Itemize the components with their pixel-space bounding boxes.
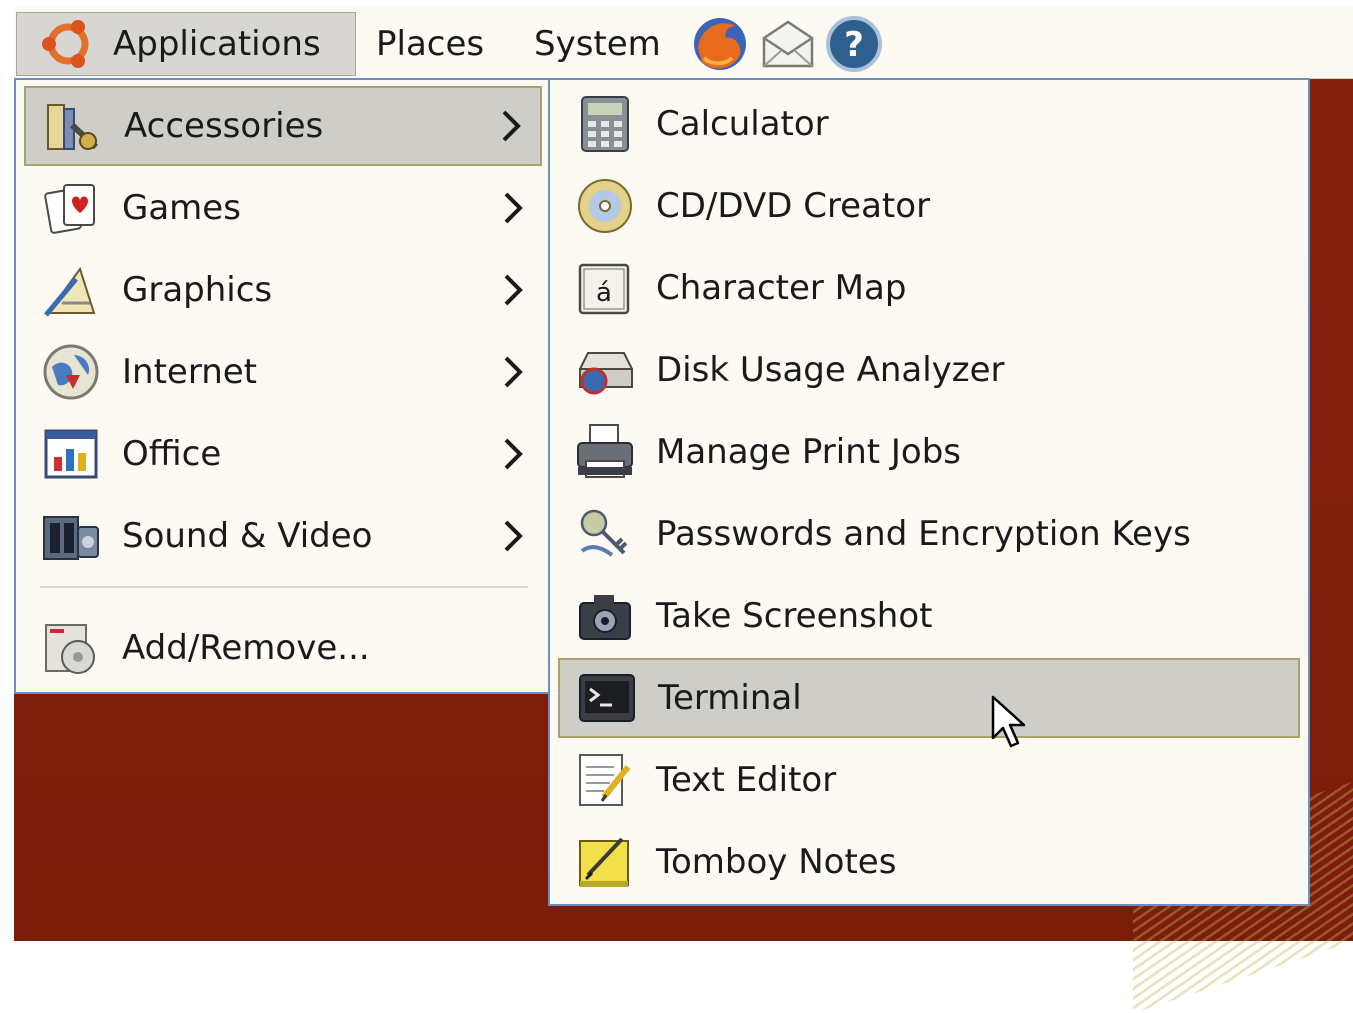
chevron-right-icon (498, 352, 528, 392)
sound-video-icon (40, 505, 102, 567)
applications-dropdown: Accessories Games Graphics Internet Offi… (14, 78, 552, 694)
places-menu[interactable]: Places (376, 12, 484, 76)
submenu-item-label: Terminal (658, 678, 802, 718)
chevron-right-icon (498, 270, 528, 310)
submenu-item-label: Take Screenshot (656, 596, 933, 636)
add-remove-icon (40, 617, 102, 679)
chevron-right-icon (498, 434, 528, 474)
printer-icon (574, 421, 636, 483)
menu-item-office[interactable]: Office (24, 414, 542, 494)
keys-icon (574, 503, 636, 565)
menu-item-accessories[interactable]: Accessories (24, 86, 542, 166)
cursor-arrow-icon (991, 695, 1026, 748)
menu-item-graphics[interactable]: Graphics (24, 250, 542, 330)
disk-usage-icon (574, 339, 636, 401)
system-label: System (534, 24, 661, 64)
text-editor-icon (574, 749, 636, 811)
submenu-item-calculator[interactable]: Calculator (558, 84, 1300, 164)
menu-item-label: Add/Remove... (122, 628, 370, 668)
mouse-pointer (990, 694, 1030, 750)
accessories-submenu: Calculator CD/DVD Creator á Character Ma… (548, 78, 1310, 906)
submenu-item-label: Manage Print Jobs (656, 432, 962, 472)
internet-icon (40, 341, 102, 403)
tomboy-notes-icon (574, 831, 636, 893)
menu-item-label: Internet (122, 352, 258, 392)
camera-icon (574, 585, 636, 647)
places-label: Places (376, 24, 485, 64)
submenu-item-terminal[interactable]: Terminal (558, 658, 1300, 738)
firefox-icon (694, 18, 746, 70)
top-panel: Applications Places System ? (14, 6, 1353, 79)
submenu-item-label: CD/DVD Creator (656, 186, 931, 226)
svg-text:á: á (596, 278, 612, 308)
submenu-item-label: Text Editor (656, 760, 837, 800)
menu-item-label: Graphics (122, 270, 273, 310)
menu-item-internet[interactable]: Internet (24, 332, 542, 412)
terminal-icon (576, 667, 638, 729)
submenu-item-text-editor[interactable]: Text Editor (558, 740, 1300, 820)
office-icon (40, 423, 102, 485)
submenu-item-label: Disk Usage Analyzer (656, 350, 1005, 390)
menu-item-sound-video[interactable]: Sound & Video (24, 496, 542, 576)
menu-item-label: Office (122, 434, 222, 474)
system-menu[interactable]: System (534, 12, 661, 76)
submenu-item-disk-usage-analyzer[interactable]: Disk Usage Analyzer (558, 330, 1300, 410)
submenu-item-passwords-encryption-keys[interactable]: Passwords and Encryption Keys (558, 494, 1300, 574)
mail-launcher[interactable] (758, 14, 818, 74)
menu-item-label: Sound & Video (122, 516, 373, 556)
screen-left-edge (0, 0, 14, 941)
applications-menu[interactable]: Applications (16, 12, 356, 76)
cd-dvd-icon (574, 175, 636, 237)
character-map-icon: á (574, 257, 636, 319)
games-icon (40, 177, 102, 239)
mail-icon (762, 20, 814, 68)
menu-separator (40, 586, 528, 588)
chevron-right-icon (496, 106, 526, 146)
submenu-item-label: Passwords and Encryption Keys (656, 514, 1191, 554)
submenu-item-take-screenshot[interactable]: Take Screenshot (558, 576, 1300, 656)
menu-item-games[interactable]: Games (24, 168, 542, 248)
help-icon: ? (826, 16, 882, 72)
help-launcher[interactable]: ? (824, 14, 884, 74)
svg-text:?: ? (844, 25, 864, 65)
firefox-launcher[interactable] (690, 14, 750, 74)
menu-item-add-remove[interactable]: Add/Remove... (24, 608, 542, 688)
submenu-item-label: Tomboy Notes (656, 842, 897, 882)
menu-item-label: Accessories (124, 106, 324, 146)
accessories-icon (42, 95, 104, 157)
menu-item-label: Games (122, 188, 241, 228)
graphics-icon (40, 259, 102, 321)
submenu-item-cd-dvd-creator[interactable]: CD/DVD Creator (558, 166, 1300, 246)
chevron-right-icon (498, 516, 528, 556)
submenu-item-label: Character Map (656, 268, 907, 308)
ubuntu-logo-icon (39, 15, 97, 73)
submenu-item-label: Calculator (656, 104, 829, 144)
submenu-item-manage-print-jobs[interactable]: Manage Print Jobs (558, 412, 1300, 492)
submenu-item-character-map[interactable]: á Character Map (558, 248, 1300, 328)
calculator-icon (574, 93, 636, 155)
submenu-item-tomboy-notes[interactable]: Tomboy Notes (558, 822, 1300, 902)
applications-label: Applications (113, 24, 321, 64)
chevron-right-icon (498, 188, 528, 228)
